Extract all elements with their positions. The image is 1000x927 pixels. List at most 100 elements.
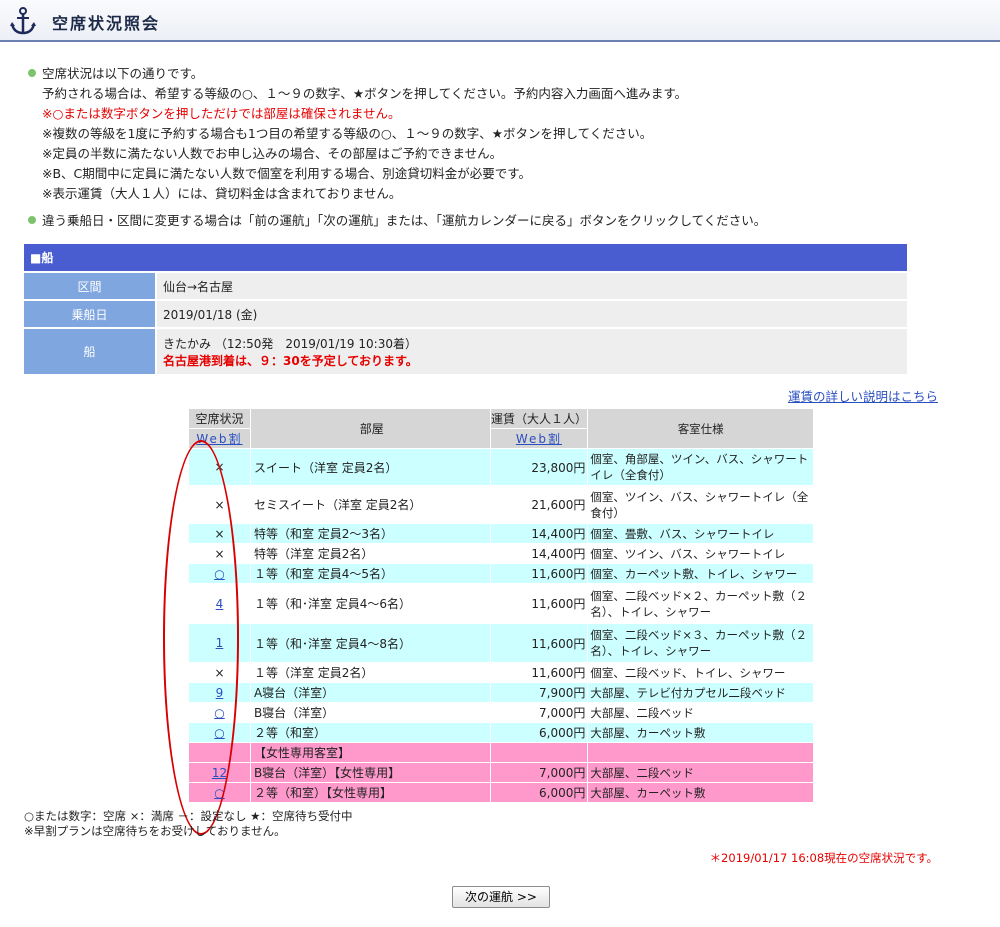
table-row: × 特等（和室 定員2～3名） 14,400円 個室、畳敷、バス、シャワートイレ	[188, 523, 814, 544]
fare-cell: 11,600円	[489, 583, 589, 624]
status-cell: 12	[188, 762, 251, 783]
web-discount-link[interactable]: Web割	[196, 432, 242, 446]
date-value: 2019/01/18 (金)	[156, 299, 907, 328]
reserve-status-link[interactable]: 4	[216, 597, 224, 611]
fare-cell: 6,000円	[489, 722, 589, 743]
status-cell: ○	[188, 782, 251, 803]
room-cell: 【女性専用客室】	[249, 742, 491, 763]
spec-cell	[587, 742, 814, 763]
next-voyage-button[interactable]: 次の運航 >>	[452, 886, 550, 908]
spec-cell: 個室、角部屋、ツイン、バス、シャワートイレ（全食付）	[587, 448, 814, 486]
ship-info-table: ■船 区間 仙台→名古屋 乗船日 2019/01/18 (金) 船 きたかみ （…	[24, 244, 907, 374]
status-cell: ×	[188, 523, 251, 544]
table-row: ○ ２等（和室）【女性専用】 6,000円 大部屋、カーペット敷	[188, 782, 814, 803]
legend-symbols: ○または数字：空席 ×：満席 －：設定なし ★：空席待ち受付中	[24, 809, 353, 823]
room-cell: セミスイート（洋室 定員2名）	[249, 485, 491, 524]
notice-section: 空席状況は以下の通りです。 予約される場合は、希望する等級の○、１～９の数字、★…	[28, 64, 766, 231]
spec-cell: 個室、畳敷、バス、シャワートイレ	[587, 523, 814, 544]
room-cell: １等（和室 定員4～5名）	[249, 563, 491, 584]
room-cell: ２等（和室）【女性専用】	[249, 782, 491, 803]
date-label: 乗船日	[24, 299, 157, 328]
room-cell: １等（和･洋室 定員4～6名）	[249, 583, 491, 624]
reserve-status-link[interactable]: 12	[212, 766, 227, 780]
fare-cell: 23,800円	[489, 448, 589, 486]
room-cell: スイート（洋室 定員2名）	[249, 448, 491, 486]
spec-cell: 個室、ツイン、バス、シャワートイレ（全食付）	[587, 485, 814, 524]
fare-cell: 7,000円	[489, 702, 589, 723]
fare-details-link[interactable]: 運賃の詳しい説明はこちら	[788, 386, 938, 405]
legend: ○または数字：空席 ×：満席 －：設定なし ★：空席待ち受付中 ※早割プランは空…	[24, 809, 352, 839]
fare-cell: 6,000円	[489, 782, 589, 803]
room-cell: ２等（和室）	[249, 722, 491, 743]
spec-cell: 大部屋、二段ベッド	[587, 702, 814, 723]
room-cell: B寝台（洋室）【女性専用】	[249, 762, 491, 783]
room-cell: 特等（洋室 定員2名）	[249, 543, 491, 564]
spec-cell: 大部屋、テレビ付カプセル二段ベッド	[587, 682, 814, 703]
spec-cell: 個室、二段ベッド、トイレ、シャワー	[587, 662, 814, 683]
fare-cell: 21,600円	[489, 485, 589, 524]
ship-name: きたかみ （12:50発 2019/01/19 10:30着）	[163, 336, 417, 351]
col-fare-web-header: Web割	[489, 428, 589, 449]
fare-cell	[489, 742, 589, 763]
fare-cell: 7,000円	[489, 762, 589, 783]
status-cell: ×	[188, 448, 251, 486]
spec-cell: 個室、カーペット敷、トイレ、シャワー	[587, 563, 814, 584]
fare-cell: 11,600円	[489, 662, 589, 683]
ship-section-heading: ■船	[24, 244, 907, 272]
notice-line: ※複数の等級を1度に予約する場合も1つ目の希望する等級の○、１～９の数字、★ボタ…	[42, 126, 653, 141]
page-title: 空席状況照会	[52, 14, 161, 33]
status-cell: ○	[188, 563, 251, 584]
status-timestamp: ＊2019/01/17 16:08現在の空席状況です。	[709, 851, 938, 865]
status-cell: ×	[188, 485, 251, 524]
status-cell	[188, 742, 251, 763]
status-cell: 1	[188, 623, 251, 663]
table-row: 4 １等（和･洋室 定員4～6名） 11,600円 個室、二段ベッド×２、カーペット敷…	[188, 583, 814, 624]
col-status-header: 空席状況	[188, 408, 251, 429]
reserve-status-link[interactable]: ○	[214, 706, 224, 720]
table-row: ○ １等（和室 定員4～5名） 11,600円 個室、カーペット敷、トイレ、シャワー	[188, 563, 814, 584]
status-cell: 4	[188, 583, 251, 624]
reserve-status-link[interactable]: ○	[214, 726, 224, 740]
notice-line: ※定員の半数に満たない人数でお申し込みの場合、その部屋はご予約できません。	[42, 146, 503, 161]
notice-line: ※B、C期間中に定員に満たない人数で個室を利用する場合、別途貸切料金が必要です。	[42, 166, 532, 181]
anchor-icon	[10, 7, 36, 35]
spec-cell: 個室、二段ベッド×３、カーペット敷（２名）、トイレ、シャワー	[587, 623, 814, 663]
reserve-status-link[interactable]: 1	[216, 636, 224, 650]
ship-label: 船	[24, 327, 157, 374]
notice-line: ※表示運賃（大人１人）には、貸切料金は含まれておりません。	[42, 186, 402, 201]
fare-cell: 14,400円	[489, 543, 589, 564]
arrival-note: 名古屋港到着は、９：30を予定しております。	[163, 353, 418, 368]
bullet-icon	[28, 69, 36, 77]
web-discount-fare-link[interactable]: Web割	[516, 432, 562, 446]
page-header: 空席状況照会	[0, 0, 1000, 42]
notice-warning: ※○または数字ボタンを押しただけでは部屋は確保されません。	[42, 106, 401, 121]
legend-note: ※早割プランは空席待ちをお受けしておりません。	[24, 824, 286, 838]
spec-cell: 大部屋、二段ベッド	[587, 762, 814, 783]
notice-line: 予約される場合は、希望する等級の○、１～９の数字、★ボタンを押してください。予約…	[42, 86, 688, 101]
status-cell: ×	[188, 662, 251, 683]
reserve-status-link[interactable]: ○	[214, 786, 224, 800]
table-row: ○ ２等（和室） 6,000円 大部屋、カーペット敷	[188, 722, 814, 743]
status-cell: ×	[188, 543, 251, 564]
table-row: 9 A寝台（洋室） 7,900円 大部屋、テレビ付カプセル二段ベッド	[188, 682, 814, 703]
table-row: 【女性専用客室】	[188, 742, 814, 763]
status-cell: ○	[188, 702, 251, 723]
table-row: 12 B寝台（洋室）【女性専用】 7,000円 大部屋、二段ベッド	[188, 762, 814, 783]
notice-change-route: 違う乗船日・区間に変更する場合は「前の運航」「次の運航」または、「運航カレンダー…	[28, 211, 766, 231]
room-cell: １等（和･洋室 定員4～8名）	[249, 623, 491, 663]
col-spec-header: 客室仕様	[587, 408, 814, 449]
fare-cell: 14,400円	[489, 523, 589, 544]
reserve-status-link[interactable]: 9	[216, 686, 224, 700]
bullet-icon	[28, 216, 36, 224]
spec-cell: 個室、ツイン、バス、シャワートイレ	[587, 543, 814, 564]
fare-cell: 11,600円	[489, 623, 589, 663]
seat-availability-table: 空席状況 部屋 運賃（大人１人） 客室仕様 Web割 Web割 × スイート（洋室…	[188, 408, 814, 803]
room-cell: 特等（和室 定員2～3名）	[249, 523, 491, 544]
reserve-status-link[interactable]: ○	[214, 567, 224, 581]
room-cell: A寝台（洋室）	[249, 682, 491, 703]
status-cell: ○	[188, 722, 251, 743]
table-row: 1 １等（和･洋室 定員4～8名） 11,600円 個室、二段ベッド×３、カーペット敷…	[188, 623, 814, 663]
spec-cell: 個室、二段ベッド×２、カーペット敷（２名）、トイレ、シャワー	[587, 583, 814, 624]
table-row: ○ B寝台（洋室） 7,000円 大部屋、二段ベッド	[188, 702, 814, 723]
col-fare-header: 運賃（大人１人）	[489, 408, 589, 429]
